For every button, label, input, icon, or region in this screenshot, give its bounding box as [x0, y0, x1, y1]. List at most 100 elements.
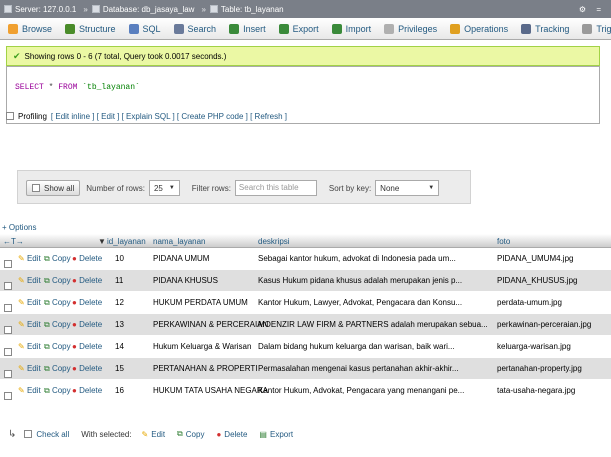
sort-by-key-select[interactable]: None ▼	[375, 180, 440, 196]
sql-query[interactable]: SELECT * FROM `tb_layanan`	[15, 83, 140, 92]
copy-link-label: Copy	[51, 364, 71, 373]
tab-import[interactable]: Import	[326, 18, 379, 39]
delete-link[interactable]: ● Delete	[72, 320, 102, 329]
delete-link[interactable]: ● Delete	[72, 386, 102, 395]
edit-link[interactable]: ✎ Edit	[18, 320, 41, 329]
cell-id: 11	[115, 276, 124, 285]
bulk-export-button[interactable]: ▤ Export	[259, 430, 293, 439]
delete-link-label: Delete	[79, 254, 103, 263]
delete-link[interactable]: ● Delete	[72, 276, 102, 285]
tab-bar: Browse Structure SQL Search Insert Export Impo…	[0, 18, 611, 40]
column-header-id[interactable]: id_layanan	[107, 237, 146, 246]
tab-privileges[interactable]: Privileges	[378, 18, 444, 39]
cell-id: 15	[115, 364, 124, 373]
check-all[interactable]: Check all	[24, 430, 69, 439]
pencil-icon: ✎	[18, 254, 27, 263]
bulk-delete-button[interactable]: ● Delete	[216, 430, 247, 439]
edit-link[interactable]: ✎ Edit	[18, 298, 41, 307]
tab-sql[interactable]: SQL	[123, 18, 168, 39]
profiling-bar: Profiling [ Edit inline ] [ Edit ] [ Exp…	[0, 108, 611, 124]
cell-foto: keluarga-warisan.jpg	[497, 342, 571, 351]
breadcrumb-database[interactable]: Database: db_jasaya_law	[91, 5, 194, 14]
with-selected-label: With selected:	[81, 429, 132, 439]
profiling-checkbox[interactable]	[6, 112, 14, 120]
tab-label: Insert	[243, 23, 266, 34]
delete-link[interactable]: ● Delete	[72, 298, 102, 307]
tab-operations[interactable]: Operations	[444, 18, 515, 39]
breadcrumb-server[interactable]: Server: 127.0.0.1	[4, 5, 76, 14]
tab-tracking[interactable]: Tracking	[515, 18, 576, 39]
edit-link[interactable]: ✎ Edit	[18, 364, 41, 373]
copy-link[interactable]: ⧉ Copy	[44, 364, 71, 374]
check-all-checkbox[interactable]	[24, 430, 33, 438]
window-controls[interactable]: ⚙ =	[579, 5, 605, 14]
delete-link[interactable]: ● Delete	[72, 254, 102, 263]
row-checkbox-box[interactable]	[4, 260, 12, 268]
copy-icon: ⧉	[44, 386, 52, 395]
show-all-checkbox[interactable]	[32, 184, 40, 192]
edit-link[interactable]: ✎ Edit	[18, 342, 41, 351]
show-all-button[interactable]: Show all	[26, 180, 81, 196]
query-links[interactable]: [ Edit inline ] [ Edit ] [ Explain SQL ]…	[51, 112, 287, 121]
database-icon	[91, 5, 100, 13]
row-checkbox-box[interactable]	[4, 304, 12, 312]
breadcrumb-separator: »	[201, 4, 206, 14]
column-nav-arrows[interactable]: ←T→	[3, 237, 24, 246]
row-checkbox-box[interactable]	[4, 348, 12, 356]
edit-link[interactable]: ✎ Edit	[18, 386, 41, 395]
delete-icon: ●	[72, 254, 80, 263]
profiling-label: Profiling	[18, 111, 47, 121]
tab-search[interactable]: Search	[168, 18, 224, 39]
edit-link-label: Edit	[26, 276, 41, 285]
sort-arrow-icon[interactable]: ▼	[98, 237, 106, 246]
server-icon	[4, 5, 12, 13]
tab-browse[interactable]: Browse	[2, 18, 59, 39]
cell-nama: Hukum Keluarga & Warisan	[153, 342, 252, 351]
copy-link[interactable]: ⧉ Copy	[44, 386, 71, 396]
row-checkbox-box[interactable]	[4, 282, 12, 290]
copy-link[interactable]: ⧉ Copy	[44, 320, 71, 330]
column-header-deskripsi[interactable]: deskripsi	[258, 237, 290, 246]
tab-structure[interactable]: Structure	[59, 18, 123, 39]
column-header-nama[interactable]: nama_layanan	[153, 237, 205, 246]
edit-link[interactable]: ✎ Edit	[18, 254, 41, 263]
delete-link[interactable]: ● Delete	[72, 342, 102, 351]
copy-icon: ⧉	[44, 254, 52, 263]
cell-foto: PIDANA_UMUM4.jpg	[497, 254, 574, 263]
bulk-edit-button[interactable]: ✎ Edit	[142, 430, 166, 439]
tab-triggers[interactable]: Triggers	[576, 18, 611, 39]
delete-icon: ●	[72, 364, 80, 373]
row-checkbox-box[interactable]	[4, 392, 12, 400]
tab-insert[interactable]: Insert	[223, 18, 273, 39]
cell-deskripsi: Kantor Hukum, Lawyer, Advokat, Pengacara…	[258, 298, 463, 307]
breadcrumb-separator: »	[83, 4, 88, 14]
cell-deskripsi: Kantor Hukum, Advokat, Pengacara yang me…	[258, 386, 465, 395]
table-row: ✎ Edit ⧉ Copy ● Delete 11 PIDANA KHUSUS Kasus…	[0, 270, 611, 291]
table-icon	[209, 5, 218, 13]
column-header-foto[interactable]: foto	[497, 237, 510, 246]
number-of-rows-select[interactable]: 25 ▼	[148, 180, 180, 196]
edit-link[interactable]: ✎ Edit	[18, 276, 41, 285]
copy-link-label: Copy	[51, 320, 71, 329]
copy-link[interactable]: ⧉ Copy	[44, 298, 71, 308]
tab-export[interactable]: Export	[273, 18, 326, 39]
copy-link[interactable]: ⧉ Copy	[44, 342, 71, 352]
delete-link[interactable]: ● Delete	[72, 364, 102, 373]
table-row: ✎ Edit ⧉ Copy ● Delete 10 PIDANA UMUM Sebagai…	[0, 248, 611, 269]
copy-link[interactable]: ⧉ Copy	[44, 254, 71, 264]
copy-link[interactable]: ⧉ Copy	[44, 276, 71, 286]
delete-icon: ●	[72, 320, 80, 329]
breadcrumb-table[interactable]: Table: tb_layanan	[209, 5, 284, 14]
cell-id: 14	[115, 342, 124, 351]
cell-nama: HUKUM PERDATA UMUM	[153, 298, 248, 307]
filter-rows-input[interactable]: Search this table	[234, 180, 317, 196]
row-checkbox-box[interactable]	[4, 326, 12, 334]
table-row: ✎ Edit ⧉ Copy ● Delete 12 HUKUM PERDATA UMUM…	[0, 292, 611, 313]
delete-icon: ●	[72, 342, 80, 351]
tab-label: Import	[345, 23, 372, 34]
bulk-copy-button[interactable]: ⧉ Copy	[177, 429, 204, 439]
tab-label: Privileges	[398, 23, 438, 34]
cell-nama: PERTANAHAN & PROPERTI	[153, 364, 258, 373]
row-checkbox-box[interactable]	[4, 370, 12, 378]
options-toggle[interactable]: + Options	[2, 223, 36, 232]
